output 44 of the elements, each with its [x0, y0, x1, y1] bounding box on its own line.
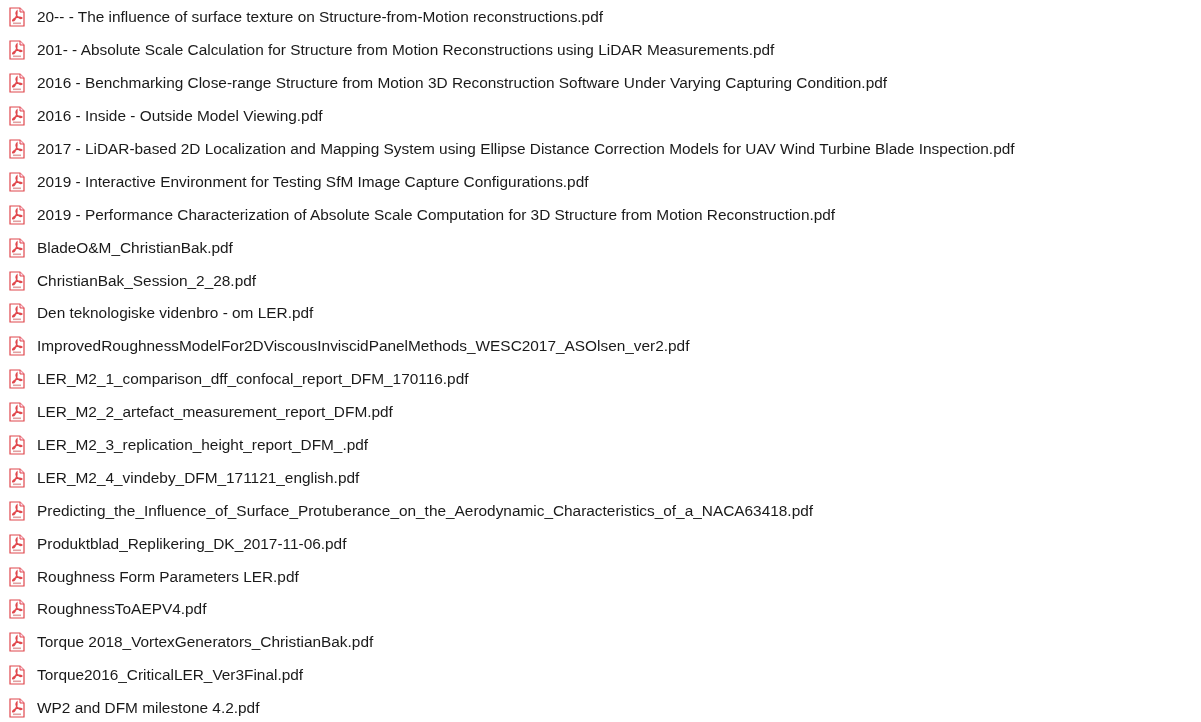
file-item[interactable]: ImprovedRoughnessModelFor2DViscousInviscidPanelMethods_WESC2017_ASOlsen_ver2.pdf: [9, 329, 690, 363]
pdf-file-icon: [9, 7, 25, 28]
pdf-file-icon: [9, 435, 25, 455]
file-item[interactable]: 2016 - Inside - Outside Model Viewing.pdf: [9, 99, 323, 133]
file-item[interactable]: 2016 - Benchmarking Close-range Structure from Motion 3D Reconstruction Software Under Varying Capturing Condition.pdf: [9, 66, 888, 100]
file-item[interactable]: 2019 - Performance Characterization of Absolute Scale Computation for 3D Structure from Motion Reconstruction.pdf: [9, 198, 836, 232]
file-item[interactable]: WP2 and DFM milestone 4.2.pdf: [9, 691, 260, 722]
file-item[interactable]: LER_M2_4_vindeby_DFM_171121_english.pdf: [9, 461, 360, 495]
pdf-file-icon: [9, 171, 25, 192]
pdf-file-icon: [9, 566, 25, 587]
file-item[interactable]: 2017 - LiDAR-based 2D Localization and Mapping System using Ellipse Distance Correction Models for UAV Wind Turbine Blade Inspection.pdf: [9, 132, 1015, 166]
file-item[interactable]: BladeO&M_ChristianBak.pdf: [9, 231, 233, 265]
file-item[interactable]: 2019 - Interactive Environment for Testing SfM Image Capture Configurations.pdf: [9, 165, 589, 199]
pdf-file-icon: [9, 369, 25, 390]
pdf-file-icon: [9, 237, 25, 258]
file-item[interactable]: Produktblad_Replikering_DK_2017-11-06.pdf: [9, 527, 347, 561]
file-item[interactable]: LER_M2_1_comparison_dff_confocal_report_DFM_170116.pdf: [9, 362, 469, 396]
pdf-file-icon: [9, 336, 25, 357]
pdf-file-icon: [9, 106, 25, 127]
pdf-file-icon: [9, 303, 25, 324]
file-item[interactable]: LER_M2_3_replication_height_report_DFM_.pdf: [9, 428, 369, 462]
pdf-file-icon: [9, 270, 25, 291]
file-item[interactable]: Torque2016_CriticalLER_Ver3Final.pdf: [9, 658, 304, 692]
pdf-file-icon: [9, 500, 25, 521]
pdf-file-icon: [9, 467, 25, 488]
pdf-file-icon: [9, 698, 25, 719]
file-item[interactable]: Roughness Form Parameters LER.pdf: [9, 560, 299, 594]
pdf-file-icon: [9, 139, 25, 159]
pdf-file-icon: [9, 533, 25, 554]
file-item[interactable]: LER_M2_2_artefact_measurement_report_DFM.pdf: [9, 395, 393, 429]
pdf-file-icon: [9, 599, 25, 620]
file-item[interactable]: 20-- - The influence of surface texture on Structure-from-Motion reconstructions.pdf: [9, 1, 603, 34]
pdf-file-icon: [9, 40, 25, 61]
file-item[interactable]: Torque 2018_VortexGenerators_ChristianBak.pdf: [9, 625, 374, 659]
pdf-file-icon: [9, 73, 25, 94]
pdf-file-icon: [9, 204, 25, 225]
pdf-file-icon: [9, 402, 25, 423]
file-item[interactable]: ChristianBak_Session_2_28.pdf: [9, 264, 257, 297]
file-item[interactable]: RoughnessToAEPV4.pdf: [9, 593, 207, 626]
file-item[interactable]: Den teknologiske videnbro - om LER.pdf: [9, 297, 314, 330]
pdf-file-icon: [9, 665, 25, 686]
file-item[interactable]: 201- - Absolute Scale Calculation for Structure from Motion Reconstructions using LiDAR Measurements.pdf: [9, 33, 775, 67]
pdf-file-icon: [9, 632, 25, 653]
file-item[interactable]: Predicting_the_Influence_of_Surface_Protuberance_on_the_Aerodynamic_Characteristics_of_a_NACA63418.pdf: [9, 494, 814, 528]
